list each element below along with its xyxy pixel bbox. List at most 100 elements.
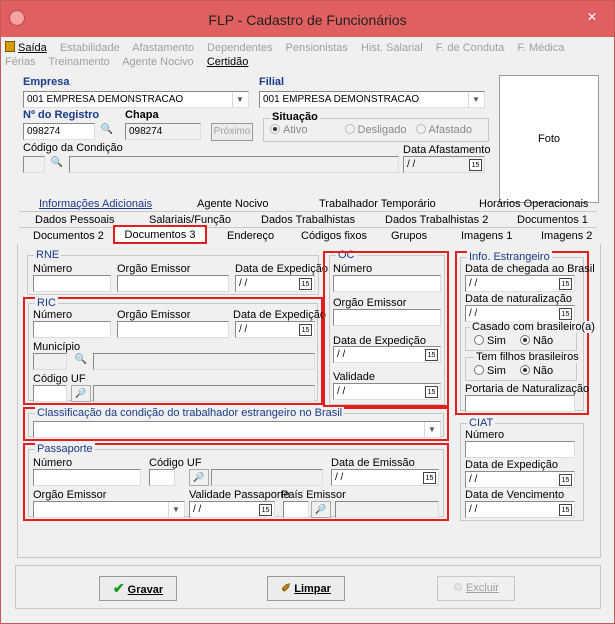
proximo-button[interactable]: Próximo <box>211 123 253 141</box>
validade-passaporte-input[interactable]: / / 15 <box>189 501 275 518</box>
ric-municipio-code[interactable] <box>33 353 67 370</box>
ric-orgao-input[interactable] <box>117 321 229 338</box>
ric-data-input[interactable]: / / 15 <box>235 321 315 338</box>
excluir-button[interactable]: ♲ Excluir <box>437 576 515 601</box>
tab-documentos-3[interactable]: Documentos 3 <box>113 225 207 244</box>
ric-numero-input[interactable] <box>33 321 111 338</box>
sim-label: Sim <box>487 365 506 377</box>
passaporte-uf-code[interactable] <box>149 469 175 486</box>
situacao-options: Ativo Desligado Afastado <box>270 124 472 136</box>
menu-afastamento[interactable]: Afastamento <box>132 42 194 54</box>
date-value: / / <box>407 159 416 170</box>
ciat-title: CIAT <box>467 417 496 429</box>
rne-data-input[interactable]: / / 15 <box>235 275 315 292</box>
radio-casado-nao[interactable] <box>519 335 530 345</box>
filial-select[interactable]: 001 EMPRESA DEMONSTRACAO ▼ <box>259 91 485 108</box>
radio-desligado[interactable] <box>344 124 355 134</box>
calendar-icon[interactable]: 15 <box>299 324 312 336</box>
binoculars-icon[interactable]: 🔎 <box>71 385 91 402</box>
radio-filhos-nao[interactable] <box>519 365 530 375</box>
codigo-condicao-label: Código da Condição <box>23 142 123 154</box>
naturalizacao-input[interactable]: / / 15 <box>465 305 575 322</box>
oc-orgao-label: Orgão Emissor <box>333 297 407 309</box>
naturalizacao-label: Data de naturalização <box>465 293 573 305</box>
menu-saida[interactable]: Saída <box>18 42 47 54</box>
classificacao-select[interactable]: ▼ <box>33 421 441 438</box>
rne-orgao-input[interactable] <box>117 275 229 292</box>
ric-title: RIC <box>35 297 58 309</box>
oc-numero-input[interactable] <box>333 275 441 292</box>
menu-row-1: Saída Estabilidade Afastamento Dependent… <box>5 41 574 54</box>
chegada-input[interactable]: / / 15 <box>465 275 575 292</box>
menu-agente-nocivo[interactable]: Agente Nocivo <box>122 56 194 68</box>
menu-f-medica[interactable]: F. Médica <box>517 42 564 54</box>
menu-treinamento[interactable]: Treinamento <box>48 56 109 68</box>
menu-f-conduta[interactable]: F. de Conduta <box>436 42 505 54</box>
menu-ferias[interactable]: Férias <box>5 56 36 68</box>
binoculars-icon[interactable]: 🔍 <box>47 157 67 172</box>
radio-casado-sim[interactable] <box>474 335 484 345</box>
ciat-data-venc-input[interactable]: / / 15 <box>465 501 575 518</box>
radio-filhos-sim[interactable] <box>474 365 484 375</box>
filhos-label: Tem filhos brasileiros <box>474 351 581 363</box>
binoculars-icon[interactable]: 🔎 <box>311 501 331 518</box>
menu-hist-salarial[interactable]: Hist. Salarial <box>361 42 423 54</box>
tab-imagens-2[interactable]: Imagens 2 <box>541 229 592 245</box>
binoculars-icon[interactable]: 🔍 <box>97 124 117 139</box>
pais-emissor-code[interactable] <box>283 501 309 518</box>
binoculars-icon[interactable]: 🔎 <box>189 469 209 486</box>
ric-uf-code[interactable] <box>33 385 67 402</box>
date-value: / / <box>337 386 346 397</box>
calendar-icon[interactable]: 15 <box>425 349 438 361</box>
passaporte-orgao-select[interactable]: ▼ <box>33 501 185 518</box>
radio-afastado[interactable] <box>415 124 426 134</box>
calendar-icon[interactable]: 15 <box>423 472 436 484</box>
passaporte-uf-label: Código UF <box>149 457 202 469</box>
passaporte-numero-input[interactable] <box>33 469 141 486</box>
filial-label: Filial <box>259 76 285 88</box>
portaria-input[interactable] <box>465 395 575 412</box>
tab-grupos[interactable]: Grupos <box>391 229 427 245</box>
calendar-icon[interactable]: 15 <box>559 278 572 290</box>
ric-orgao-label: Orgão Emissor <box>117 309 191 321</box>
limpar-button[interactable]: ✐ Limpar <box>267 576 345 601</box>
oc-validade-input[interactable]: / / 15 <box>333 383 441 400</box>
calendar-icon[interactable]: 15 <box>559 308 572 320</box>
menu-dependentes[interactable]: Dependentes <box>207 42 272 54</box>
calendar-icon[interactable]: 15 <box>299 278 312 290</box>
ativo-label: Ativo <box>283 124 308 136</box>
calendar-icon[interactable]: 15 <box>559 474 572 486</box>
tab-documentos-2[interactable]: Documentos 2 <box>33 229 104 245</box>
ciat-data-exp-input[interactable]: / / 15 <box>465 471 575 488</box>
chapa-input[interactable]: 098274 <box>125 123 201 140</box>
close-icon[interactable]: ✕ <box>578 7 606 27</box>
photo-box[interactable]: Foto <box>499 75 599 203</box>
menu-pensionistas[interactable]: Pensionistas <box>286 42 348 54</box>
calendar-icon[interactable]: 15 <box>259 504 272 516</box>
calendar-icon[interactable]: 15 <box>469 159 482 171</box>
tab-imagens-1[interactable]: Imagens 1 <box>461 229 512 245</box>
calendar-icon[interactable]: 15 <box>425 386 438 398</box>
registro-input[interactable]: 098274 <box>23 123 95 140</box>
data-emissao-input[interactable]: / / 15 <box>331 469 439 486</box>
binoculars-icon[interactable]: 🔍 <box>71 354 91 369</box>
codigo-condicao-input[interactable] <box>23 156 45 173</box>
oc-orgao-input[interactable] <box>333 309 441 326</box>
radio-ativo[interactable] <box>270 124 280 134</box>
menu-estabilidade[interactable]: Estabilidade <box>60 42 120 54</box>
empresa-select[interactable]: 001 EMPRESA DEMONSTRACAO ▼ <box>23 91 249 108</box>
menu-certidao[interactable]: Certidão <box>207 56 249 68</box>
casado-options: Sim Não <box>474 335 553 347</box>
ciat-numero-input[interactable] <box>465 441 575 458</box>
date-value: / / <box>469 308 478 319</box>
oc-data-input[interactable]: / / 15 <box>333 346 441 363</box>
calendar-icon[interactable]: 15 <box>559 504 572 516</box>
tab-endereco[interactable]: Endereço <box>227 229 274 245</box>
casado-label: Casado com brasileiro(a) <box>470 321 597 333</box>
menu-row-2: Férias Treinamento Agente Nocivo Certidã… <box>5 56 258 68</box>
rne-numero-input[interactable] <box>33 275 111 292</box>
gravar-button[interactable]: ✔ Gravar <box>99 576 177 601</box>
window-title: FLP - Cadastro de Funcionários <box>208 12 407 28</box>
data-afastamento-input[interactable]: / / 15 <box>403 156 485 173</box>
tab-codigos-fixos[interactable]: Códigos fixos <box>301 229 367 245</box>
